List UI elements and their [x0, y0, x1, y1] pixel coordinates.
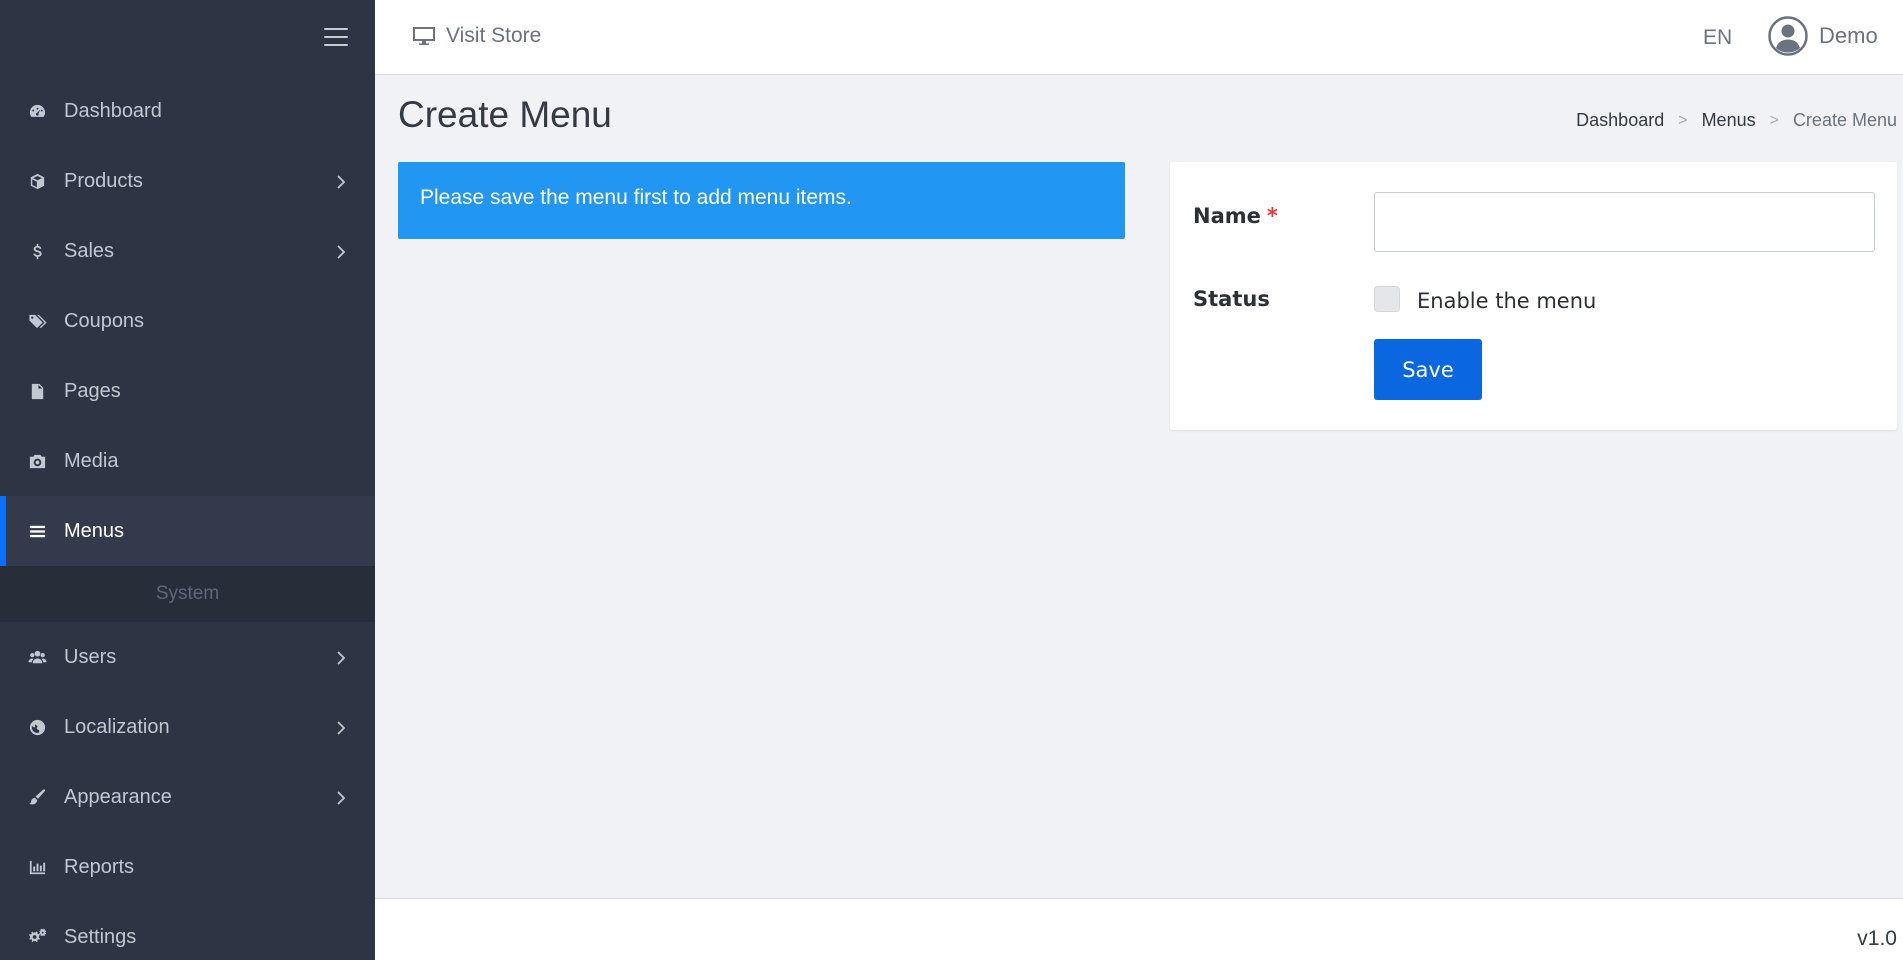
version-label: v1.0 — [1857, 927, 1897, 950]
sidebar-item-appearance[interactable]: Appearance — [0, 762, 375, 832]
paint-brush-icon — [26, 786, 48, 808]
sidebar-item-label: Menus — [64, 519, 125, 542]
file-icon — [26, 380, 48, 402]
box-icon — [26, 170, 48, 192]
chevron-right-icon — [336, 173, 346, 189]
cogs-icon — [26, 926, 48, 948]
sidebar-item-label: Appearance — [64, 785, 172, 808]
sidebar-item-label: Products — [64, 169, 143, 192]
visit-store-link[interactable]: Visit Store — [412, 24, 541, 48]
sidebar-item-label: Media — [64, 449, 119, 472]
sidebar-top — [0, 0, 375, 76]
chevron-right-icon — [336, 649, 346, 665]
users-icon — [26, 646, 48, 668]
sidebar-item-label: Pages — [64, 379, 121, 402]
chevron-right-icon — [336, 243, 346, 259]
required-marker: * — [1266, 204, 1278, 228]
sidebar-item-label: Dashboard — [64, 99, 162, 122]
sidebar-item-label: Coupons — [64, 309, 145, 332]
hamburger-menu-icon[interactable] — [324, 28, 348, 48]
sidebar-item-sales[interactable]: Sales — [0, 216, 375, 286]
sidebar-item-label: Users — [64, 645, 117, 668]
breadcrumb-menus[interactable]: Menus — [1702, 110, 1756, 131]
breadcrumb-separator: > — [1678, 111, 1688, 129]
sidebar-item-label: Sales — [64, 239, 115, 262]
footer: v1.0 — [375, 898, 1903, 960]
status-checkbox[interactable] — [1374, 286, 1400, 312]
sidebar-item-users[interactable]: Users — [0, 622, 375, 692]
top-navbar: Visit Store EN Demo — [375, 0, 1903, 75]
user-name: Demo — [1819, 23, 1878, 48]
sidebar-item-label: Localization — [64, 715, 170, 738]
user-avatar-icon — [1768, 16, 1808, 56]
chevron-right-icon — [336, 719, 346, 735]
menu-form-card: Name * Status Enable the menu Save — [1170, 162, 1897, 430]
sidebar-item-settings[interactable]: Settings — [0, 902, 375, 960]
name-label-text: Name — [1193, 204, 1261, 228]
sidebar-item-media[interactable]: Media — [0, 426, 375, 496]
sidebar-item-label: Settings — [64, 925, 137, 948]
camera-icon — [26, 450, 48, 472]
name-input[interactable] — [1374, 192, 1875, 252]
status-checkbox-label[interactable]: Enable the menu — [1417, 289, 1596, 313]
sidebar-item-localization[interactable]: Localization — [0, 692, 375, 762]
dashboard-icon — [26, 100, 48, 122]
breadcrumb-current: Create Menu — [1792, 110, 1897, 130]
desktop-icon — [413, 27, 435, 45]
sidebar: Dashboard Products Sales Coupons Pages M… — [0, 0, 375, 960]
save-button[interactable]: Save — [1374, 339, 1482, 400]
bars-icon — [26, 520, 48, 542]
sidebar-item-dashboard[interactable]: Dashboard — [0, 76, 375, 146]
name-label: Name * — [1193, 204, 1278, 228]
visit-store-label: Visit Store — [446, 24, 542, 47]
sidebar-item-reports[interactable]: Reports — [0, 832, 375, 902]
tags-icon — [26, 310, 48, 332]
sidebar-item-coupons[interactable]: Coupons — [0, 286, 375, 356]
sidebar-section-header: System — [0, 566, 375, 622]
bar-chart-icon — [26, 856, 48, 878]
page-title: Create Menu — [398, 94, 612, 135]
breadcrumb-dashboard[interactable]: Dashboard — [1576, 110, 1664, 131]
sidebar-item-pages[interactable]: Pages — [0, 356, 375, 426]
user-menu[interactable]: Demo — [1768, 16, 1878, 56]
sidebar-item-label: Reports — [64, 855, 135, 878]
globe-icon — [26, 716, 48, 738]
status-label: Status — [1193, 287, 1270, 311]
sidebar-item-menus[interactable]: Menus — [0, 496, 375, 566]
sidebar-item-products[interactable]: Products — [0, 146, 375, 216]
chevron-right-icon — [336, 789, 346, 805]
info-alert: Please save the menu first to add menu i… — [398, 162, 1125, 239]
breadcrumb: Dashboard > Menus > Create Menu — [1576, 110, 1897, 131]
language-selector[interactable]: EN — [1703, 26, 1732, 50]
dollar-icon — [26, 240, 48, 262]
breadcrumb-separator: > — [1769, 111, 1779, 129]
